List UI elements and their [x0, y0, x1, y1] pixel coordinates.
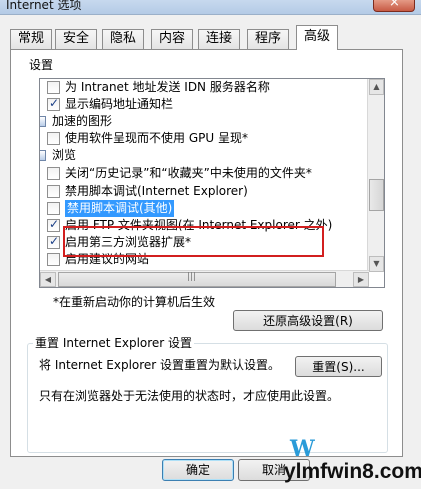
tab-content[interactable]: 内容 [151, 29, 194, 49]
checkbox[interactable] [47, 167, 60, 180]
site-watermark: W ylmfwin8.com [280, 436, 421, 489]
scroll-left-icon[interactable]: ◀ [40, 272, 56, 287]
watermark-logo: W [290, 436, 315, 462]
title-bar: Internet 选项 [0, 0, 421, 14]
vertical-scroll-thumb[interactable] [369, 179, 384, 211]
scroll-down-icon[interactable]: ▼ [369, 256, 384, 272]
checkbox[interactable] [47, 233, 60, 250]
checkbox[interactable] [47, 132, 60, 145]
reset-note: 只有在浏览器处于无法使用的状态时，才应使用此设置。 [39, 389, 340, 403]
checkbox[interactable] [47, 185, 60, 198]
tab-general[interactable]: 常规 [10, 29, 53, 49]
restart-note: *在重新启动你的计算机后生效 [53, 295, 216, 309]
advanced-panel: 设置 为 Intranet 地址发送 IDN 服务器名称 显示编码地址通知栏 加… [10, 49, 403, 457]
tab-security[interactable]: 安全 [55, 29, 98, 49]
tab-advanced[interactable]: 高级 [296, 25, 339, 50]
close-button[interactable] [373, 0, 415, 12]
vertical-scrollbar[interactable]: ▲ ▼ [367, 79, 384, 272]
tab-connections[interactable]: 连接 [198, 29, 241, 49]
window-title: Internet 选项 [6, 0, 82, 12]
horizontal-scroll-thumb[interactable] [58, 272, 336, 287]
highlight-annotation-box [63, 226, 324, 257]
checkbox[interactable] [47, 81, 60, 94]
category-icon [40, 150, 46, 161]
tab-programs[interactable]: 程序 [247, 29, 290, 49]
checkbox[interactable] [47, 253, 60, 266]
checkbox[interactable] [47, 202, 60, 215]
settings-label: 设置 [29, 58, 54, 72]
checkbox[interactable] [47, 216, 60, 233]
scroll-right-icon[interactable]: ▶ [353, 272, 369, 287]
reset-group-legend: 重置 Internet Explorer 设置 [33, 334, 195, 351]
reset-button[interactable]: 重置(S)... [295, 356, 382, 377]
watermark-text: ylmfwin8.com [284, 460, 421, 483]
category-icon [40, 116, 46, 127]
horizontal-scrollbar[interactable]: ◀ ▶ [40, 270, 369, 287]
checkbox[interactable] [47, 95, 60, 112]
internet-options-dialog: 常规 安全 隐私 内容 连接 程序 高级 设置 为 Intranet 地址发送 … [0, 14, 421, 489]
tab-privacy[interactable]: 隐私 [102, 29, 145, 49]
scroll-up-icon[interactable]: ▲ [369, 79, 384, 95]
restore-advanced-settings-button[interactable]: 还原高级设置(R) [233, 310, 383, 331]
reset-description: 将 Internet Explorer 设置重置为默认设置。 [39, 358, 281, 372]
ok-button[interactable]: 确定 [162, 459, 234, 481]
